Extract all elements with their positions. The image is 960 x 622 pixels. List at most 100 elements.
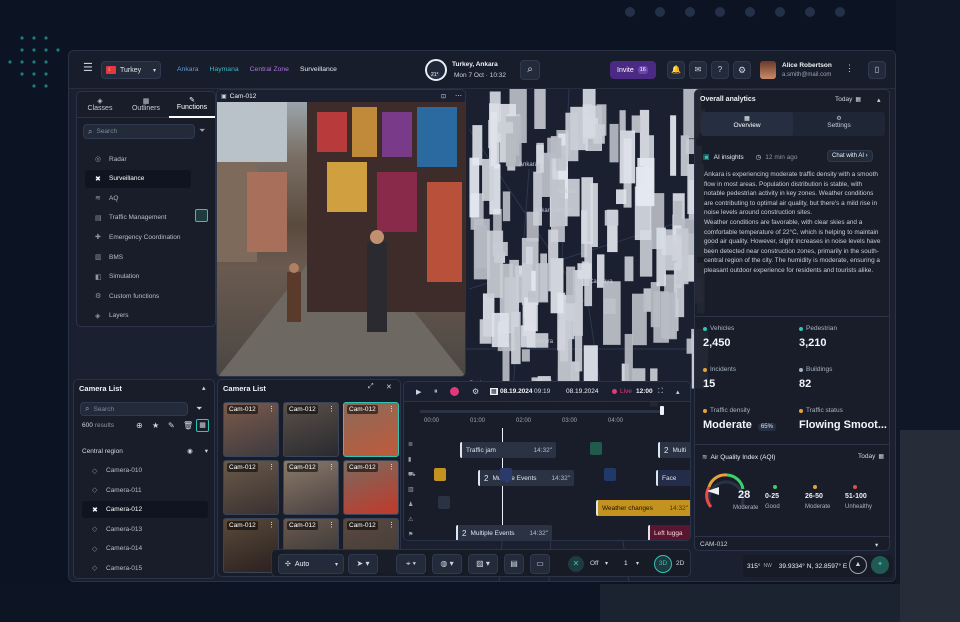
menu-icon[interactable]: ☰ (83, 63, 93, 74)
view-3d-button[interactable]: 3D (654, 555, 672, 573)
camera-list-item[interactable]: ✖ Camera-012 (82, 501, 208, 518)
timeline-event[interactable]: Left lugga (648, 525, 690, 540)
chevron-up-icon[interactable]: ▴ (202, 384, 206, 392)
count-label[interactable]: 1 (624, 560, 628, 567)
tab-functions[interactable]: ✎ Functions (169, 92, 215, 118)
map-place-label[interactable]: Ankara (557, 189, 576, 195)
record-icon[interactable] (450, 387, 459, 396)
person-icon[interactable]: ♟ (408, 498, 418, 513)
timeline-event[interactable]: Traffic jam 14:32" (460, 442, 556, 458)
aqi-period-select[interactable]: Today ▦ (858, 453, 884, 460)
map-place-label[interactable]: Ankara (519, 162, 538, 168)
more-icon[interactable]: ⋮ (268, 521, 275, 529)
sidebar-item-layers[interactable]: ◈ Layers (85, 307, 199, 325)
event-marker-icon[interactable] (604, 468, 616, 481)
camera-search-input[interactable]: ⌕ Search (80, 402, 188, 416)
sidebar-toggle-icon[interactable]: ▯ (868, 61, 886, 79)
building-icon[interactable]: ▥ (408, 483, 418, 498)
more-icon[interactable]: ⋮ (328, 405, 335, 413)
sidebar-item-emergency-coordination[interactable]: ✚ Emergency Coordination (85, 228, 199, 246)
chevron-up-icon[interactable]: ▴ (877, 96, 881, 104)
flag-icon[interactable]: ⚑ (408, 528, 418, 540)
gear-icon[interactable]: ⚙ (733, 61, 751, 79)
scrubber-handle[interactable] (660, 406, 664, 415)
period-select[interactable]: Today ▦ (835, 96, 861, 103)
invite-button[interactable]: Invite 16 (610, 61, 656, 79)
timeline-event[interactable]: Weather changes 14:32" (596, 500, 690, 516)
breadcrumb-item-surveillance[interactable]: Surveillance (300, 66, 337, 73)
search-icon[interactable]: ⌕ (520, 60, 540, 80)
globe-tool-button[interactable]: ◍ ▾ (432, 554, 462, 574)
camera-list-item[interactable]: ◇ Camera-014 (82, 540, 208, 557)
image-tool-button[interactable]: ▨ ▾ (468, 554, 498, 574)
camera-tile[interactable]: Cam-012 ⋮ (343, 402, 399, 457)
sidebar-item-custom-functions[interactable]: ⚙ Custom functions (85, 287, 199, 305)
location-tool-button[interactable]: ⌖ ▾ (396, 554, 426, 574)
more-icon[interactable]: ⋯ (455, 92, 462, 100)
notification-icon[interactable]: 🔔 (667, 61, 685, 79)
country-select[interactable]: ☾ Turkey ▾ (101, 61, 161, 79)
camera-tile[interactable]: Cam-012 ⋮ (283, 402, 339, 457)
close-icon[interactable]: ✕ (386, 383, 392, 391)
sidebar-item-bms[interactable]: ▥ BMS (85, 248, 199, 266)
sidebar-item-traffic-management[interactable]: ▤ Traffic Management (85, 209, 199, 227)
timeline-ruler[interactable]: 00:00 01:00 02:00 03:00 04:00 (420, 404, 690, 540)
mode-select[interactable]: ✣ Auto ▾ (278, 554, 344, 574)
pointer-tool-button[interactable]: ➤ ▾ (348, 554, 378, 574)
more-icon[interactable]: ⋮ (268, 463, 275, 471)
edit-icon[interactable]: ✎ (168, 421, 175, 430)
pause-icon[interactable]: ⏸ (434, 388, 438, 396)
surveillance-active-indicator[interactable] (195, 209, 208, 222)
filter-icon[interactable]: ⏷ (196, 404, 202, 414)
tracking-toggle[interactable]: ✕ (568, 556, 584, 572)
more-icon[interactable]: ⋮ (328, 463, 335, 471)
filter-icon[interactable]: ⏷ (199, 127, 205, 135)
functions-search-input[interactable]: ⌕ Search (83, 124, 195, 139)
timeline-event[interactable]: Face (656, 470, 690, 486)
more-icon[interactable]: ⋮ (388, 521, 395, 529)
messages-icon[interactable]: ✉ (689, 61, 707, 79)
camera-list-item[interactable]: ◇ Camera-011 (82, 482, 208, 499)
trash-icon[interactable]: 🗑 (183, 421, 193, 430)
sidebar-item-radar[interactable]: ◎ Radar (85, 150, 199, 168)
camera-tile[interactable]: Cam-012 ⋮ (223, 460, 279, 515)
sidebar-item-simulation[interactable]: ◧ Simulation (85, 268, 199, 286)
map-place-label[interactable]: Ankara Hotels (534, 208, 572, 214)
event-marker-icon[interactable] (500, 468, 512, 481)
map-place-label[interactable]: Ankara (534, 339, 553, 345)
settings-icon[interactable]: ⚙ (472, 387, 479, 396)
calendar-icon[interactable]: ▦ (490, 388, 498, 395)
help-icon[interactable]: ? (711, 61, 729, 79)
add-icon[interactable]: ⊕ (136, 421, 143, 430)
chat-with-ai-button[interactable]: Chat with AI › (827, 150, 873, 162)
more-icon[interactable]: ⋮ (388, 463, 395, 471)
live-label[interactable]: Live (620, 388, 632, 395)
timeline-event[interactable]: 2 Multi (658, 442, 690, 458)
sidebar-item-aq[interactable]: ≋ AQ (85, 189, 199, 207)
warning-icon[interactable]: ⚠ (408, 513, 418, 528)
start-date[interactable]: 08.19.2024 (500, 388, 533, 395)
camera-feed-image[interactable] (217, 102, 465, 376)
event-marker-icon[interactable] (434, 468, 446, 481)
analytics-footer[interactable]: CAM-012 ▾ (695, 536, 889, 550)
start-time[interactable]: 09:19 (534, 388, 550, 395)
timeline-scrubber[interactable] (420, 410, 660, 413)
map-tool-button[interactable]: ▤ (504, 554, 524, 574)
camera-list-item[interactable]: ◇ Camera-015 (82, 560, 208, 577)
sidebar-item-surveillance[interactable]: ✖ Surveillance (85, 169, 191, 188)
camera-tile[interactable]: Cam-012 ⋮ (343, 460, 399, 515)
more-icon[interactable]: ⋮ (268, 405, 275, 413)
camera-tile[interactable]: Cam-012 ⋮ (223, 402, 279, 457)
view-2d-button[interactable]: 2D (676, 560, 684, 567)
chat-tool-button[interactable]: ▭ (530, 554, 550, 574)
ai-assistant-icon[interactable]: ✦ (871, 556, 889, 574)
map-place-label[interactable]: Cankaya (589, 279, 613, 285)
camera-list-item[interactable]: ◇ Camera-010 (82, 462, 208, 479)
event-marker-icon[interactable] (590, 442, 602, 455)
end-date[interactable]: 08.19.2024 (566, 388, 599, 395)
more-icon[interactable]: ⋮ (328, 521, 335, 529)
expand-icon[interactable]: ⤢ (368, 383, 374, 391)
grid-view-icon[interactable]: ▦ (196, 419, 209, 432)
event-marker-icon[interactable] (438, 496, 450, 509)
off-label[interactable]: Off (590, 560, 599, 567)
